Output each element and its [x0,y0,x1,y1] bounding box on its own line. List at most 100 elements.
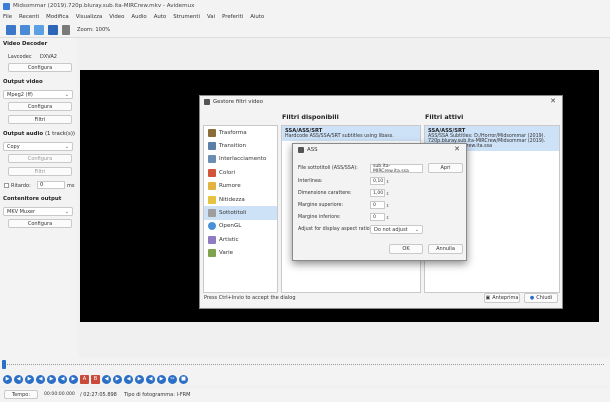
transition-icon [208,142,216,151]
category-colors[interactable]: Colori [204,166,277,179]
category-transition[interactable]: Transition [204,139,277,152]
left-panel: Video Decoder Lavcodec DXVA2 Configura O… [0,38,78,358]
category-interlacing[interactable]: Interlacciamento [204,153,277,166]
window-title: Midsommar (2019).720p.bluray.sub.ita-MIR… [13,3,195,9]
status-bar: Tempo: 00:00:00.000 / 02:27:05.898 Tipo … [0,388,610,402]
audio-filters-button[interactable]: Filtri [8,167,72,176]
next-keyframe-icon[interactable]: ▶ [69,374,78,384]
delay-label: Ritardo: [11,183,31,189]
menu-audio[interactable]: Audio [131,14,146,20]
transport-bar: ▶ ◀ ▶ ◀ ▶ ◀ ▶ A B ◀ ▶ ◀ ▶ ◀ ▶ ✂ ■ [0,372,610,386]
aspect-select[interactable]: Do not adjust ⌄ [370,225,423,234]
save-icon[interactable] [20,24,30,35]
delay-input[interactable]: 0 [37,181,65,189]
fast-forward-icon[interactable]: ▶ [25,374,34,384]
previous-keyframe-icon[interactable]: ◀ [58,374,67,384]
preview-icon: ▣ [485,295,491,301]
timeline-track[interactable] [4,364,604,365]
menu-favorites[interactable]: Preferiti [222,14,243,20]
audio-codec-select[interactable]: Copy ⌄ [3,142,73,151]
category-list: Trasforma Transition Interlacciamento Co… [203,125,278,293]
previous-black-icon[interactable]: ◀ [102,374,111,384]
close-button[interactable]: ● Chiudi [524,293,558,303]
cancel-button[interactable]: Annulla [428,244,463,254]
current-time-input[interactable]: 00:00:00.000 [42,390,78,399]
noise-icon [208,182,216,191]
end-icon[interactable]: ■ [179,374,188,384]
open-button[interactable]: Apri [428,163,463,173]
chevron-down-icon: ⌄ [64,92,69,98]
timeline-handle[interactable] [2,360,6,369]
video-codec-select[interactable]: Mpeg2 (ff) ⌄ [3,90,73,99]
marker-a-icon[interactable]: A [80,374,89,384]
menu-file[interactable]: File [3,14,12,20]
video-configure-button[interactable]: Configura [8,102,72,111]
category-sharpness[interactable]: Nitidezza [204,193,277,206]
previous-frame-icon[interactable]: ◀ [36,374,45,384]
font-size-input[interactable]: 1,00 [370,189,385,197]
goto-marker-b-icon[interactable]: ▶ [157,374,166,384]
category-artistic[interactable]: Artistic [204,233,277,246]
video-filters-button[interactable]: Filtri [8,115,72,124]
menu-tools[interactable]: Strumenti [173,14,200,20]
next-black-icon[interactable]: ▶ [113,374,122,384]
goto-marker-a-icon[interactable]: ◀ [146,374,155,384]
app-icon [204,99,210,105]
category-opengl[interactable]: OpenGL [204,220,277,233]
dialog-status-text: Press Ctrl+Invio to accept the dialog [204,295,296,301]
spin-icon[interactable]: ⇕ [385,214,390,220]
category-subtitles[interactable]: Sottotitoli [204,206,277,220]
rewind-icon[interactable]: ◀ [14,374,23,384]
menu-bar: File Recenti Modifica Visualizza Video A… [0,12,610,22]
container-value: MKV Muxer [7,208,36,215]
spin-icon[interactable]: ⇕ [385,190,390,196]
total-time: / 02:27:05.898 [80,392,117,398]
close-icon[interactable]: ✕ [454,145,460,153]
play-icon[interactable]: ▶ [3,374,12,384]
container-configure-button[interactable]: Configura [8,219,72,228]
category-noise[interactable]: Rumore [204,180,277,193]
menu-go[interactable]: Vai [207,14,215,20]
subtitles-icon [208,209,216,218]
last-frame-icon[interactable]: ▶ [135,374,144,384]
delay-unit: ms [67,183,75,189]
chevron-down-icon: ⌄ [414,227,419,233]
decoder-configure-button[interactable]: Configura [8,63,72,72]
audio-configure-button[interactable]: Configura [8,154,72,163]
calculator-icon[interactable] [48,24,58,35]
menu-recent[interactable]: Recenti [19,14,39,20]
category-transform[interactable]: Trasforma [204,126,277,139]
first-frame-icon[interactable]: ◀ [124,374,133,384]
delay-checkbox[interactable] [4,183,9,188]
open-file-icon[interactable] [6,24,16,35]
menu-video[interactable]: Video [109,14,124,20]
top-margin-input[interactable]: 0 [370,201,385,209]
bottom-margin-input[interactable]: 0 [370,213,385,221]
font-size-label: Dimensione carattere: [298,191,352,196]
ok-button[interactable]: OK [389,244,423,254]
transform-icon [208,128,216,137]
subtitle-file-input[interactable]: sub.ita-MIRCrew.ita.ssa [370,164,423,174]
display-toggle-icon[interactable] [62,24,70,35]
close-icon[interactable]: ✕ [550,97,556,105]
category-misc[interactable]: Varie [204,247,277,260]
ass-dialog: ASS ✕ File sottotitoli (ASS/SSA): sub.it… [292,143,467,261]
available-filters-header: Filtri disponibili [282,113,339,121]
spin-icon[interactable]: ⇕ [385,178,390,184]
line-spacing-input[interactable]: 0,10 [370,177,385,185]
marker-b-icon[interactable]: B [91,374,100,384]
ass-dialog-title: ASS [307,147,318,153]
container-select[interactable]: MKV Muxer ⌄ [3,207,73,216]
available-filter-item[interactable]: SSA/ASS/SRT Hardcode ASS/SSA/SRT subtitl… [282,126,420,141]
preview-button[interactable]: ▣ Anteprima [484,293,520,303]
spin-icon[interactable]: ⇕ [385,202,390,208]
menu-help[interactable]: Aiuto [250,14,264,20]
menu-view[interactable]: Visualizza [76,14,103,20]
menu-edit[interactable]: Modifica [46,14,69,20]
info-icon[interactable] [34,24,44,35]
cut-icon[interactable]: ✂ [168,374,177,384]
time-button[interactable]: Tempo: [4,390,38,399]
menu-auto[interactable]: Auto [154,14,167,20]
container-title: Contenitore output [3,196,62,202]
next-frame-icon[interactable]: ▶ [47,374,56,384]
